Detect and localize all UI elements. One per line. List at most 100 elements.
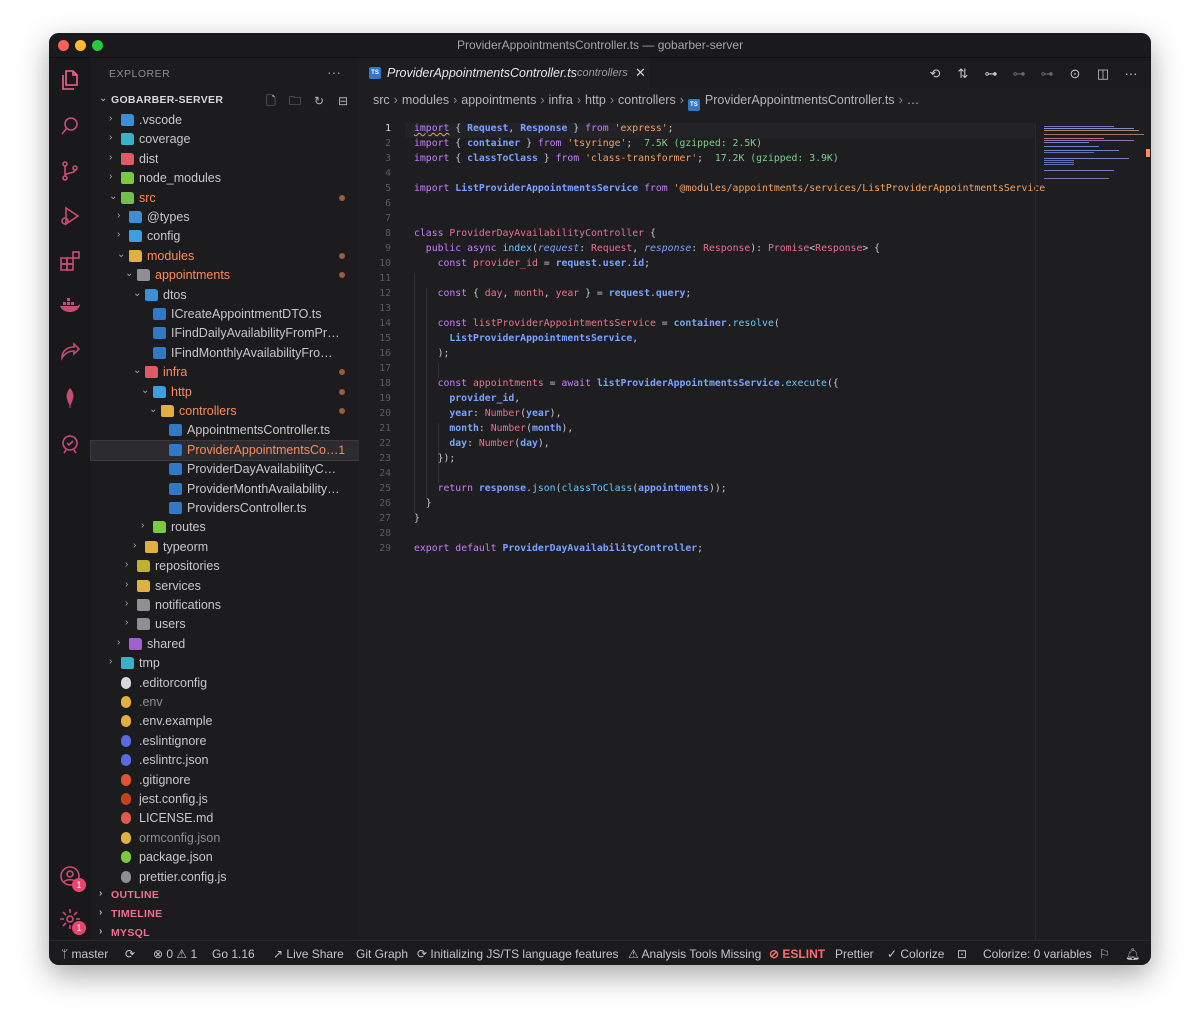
tree-file[interactable]: ICreateAppointmentDTO.ts (91, 305, 359, 324)
tree-file[interactable]: ProviderMonthAvailabilityContr… (91, 480, 359, 499)
refresh-icon[interactable]: ↻ (311, 94, 327, 110)
tree-file[interactable]: .env.example (91, 712, 359, 731)
git-graph-button[interactable]: Git Graph (356, 947, 408, 961)
more-actions-icon[interactable]: ··· (327, 64, 341, 80)
tree-file[interactable]: ProviderAppointmentsCon… 1 (90, 439, 360, 461)
notifications-bell-icon[interactable]: 🔔︎ (1125, 947, 1140, 961)
tree-file[interactable]: AppointmentsController.ts (91, 421, 359, 440)
tree-folder[interactable]: ⌄ appointments (91, 266, 359, 285)
file-icon (121, 715, 131, 728)
timeline-section[interactable]: › TIMELINE (95, 905, 355, 923)
extensions-icon[interactable] (58, 249, 82, 273)
run-debug-icon[interactable] (58, 204, 82, 228)
tree-folder[interactable]: › @types (91, 208, 359, 227)
file-icon (121, 754, 131, 767)
mongo-leaf-icon[interactable] (58, 386, 82, 410)
tab-provider-appointments-controller[interactable]: TS ProviderAppointmentsController.ts con… (359, 58, 649, 88)
minimap[interactable] (1035, 123, 1151, 940)
timeline-history-icon[interactable]: ⟲ (927, 66, 943, 82)
tree-folder[interactable]: › dist (91, 150, 359, 169)
tree-folder[interactable]: ⌄ controllers (91, 402, 359, 421)
compare-changes-icon[interactable]: ⇅ (955, 66, 971, 82)
code-line-2: import { container } from 'tsyringe'; 7.… (414, 138, 763, 149)
live-share-button[interactable]: ↗ Live Share (273, 947, 344, 961)
search-icon[interactable] (58, 114, 82, 138)
go-version[interactable]: Go 1.16 (212, 947, 255, 961)
colorize-variables[interactable]: Colorize: 0 variables (983, 947, 1092, 961)
tree-folder[interactable]: ⌄ src (91, 189, 359, 208)
tree-folder[interactable]: › .vscode (91, 111, 359, 130)
breadcrumb-item[interactable]: controllers (618, 93, 676, 107)
sync-icon[interactable]: ⟳ (125, 947, 135, 961)
tree-file[interactable]: .env (91, 693, 359, 712)
project-header[interactable]: ⌄ GOBARBER-SERVER 🗋 🗀 ↻ ⊟ (95, 91, 359, 109)
colorize-status[interactable]: ✓ Colorize (887, 947, 944, 961)
tree-folder[interactable]: ⌄ infra (91, 363, 359, 382)
tree-folder[interactable]: › typeorm (91, 538, 359, 557)
tree-folder[interactable]: › routes (91, 518, 359, 537)
tree-file[interactable]: .gitignore (91, 771, 359, 790)
tree-file[interactable]: ProvidersController.ts (91, 499, 359, 518)
prettier-status[interactable]: Prettier (835, 947, 874, 961)
docker-icon[interactable] (58, 294, 82, 318)
tree-folder[interactable]: › repositories (91, 557, 359, 576)
test-icon[interactable] (58, 432, 82, 456)
breadcrumb-item[interactable]: … (907, 93, 920, 107)
tree-folder[interactable]: ⌄ dtos (91, 286, 359, 305)
source-control-icon[interactable] (58, 159, 82, 183)
live-share-icon[interactable] (58, 340, 82, 364)
tree-folder[interactable]: › coverage (91, 130, 359, 149)
collapse-all-icon[interactable]: ⊟ (335, 94, 351, 110)
analysis-tools-status[interactable]: ⚠ Analysis Tools Missing (628, 947, 761, 961)
settings-gear-icon[interactable]: 1 (58, 907, 86, 935)
tree-file[interactable]: .eslintrc.json (91, 751, 359, 770)
code-line-15: ); (414, 348, 450, 359)
account-icon[interactable]: 1 (58, 864, 86, 892)
output-icon[interactable]: ⊡ (957, 947, 967, 961)
git-commit-icon[interactable]: ⊶ (983, 66, 999, 82)
breadcrumb-item[interactable]: ProviderAppointmentsController.ts (705, 93, 895, 107)
tree-file[interactable]: ProviderDayAvailabilityControll… (91, 460, 359, 479)
breadcrumb-item[interactable]: modules (402, 93, 449, 107)
tree-folder[interactable]: ⌄ modules (91, 247, 359, 266)
new-file-icon[interactable]: 🗋 (263, 92, 279, 108)
tree-folder[interactable]: › users (91, 615, 359, 634)
tree-file[interactable]: IFindMonthlyAvailabilityFromProvi… (91, 344, 359, 363)
breadcrumb-item[interactable]: appointments (461, 93, 536, 107)
outline-section[interactable]: › OUTLINE (95, 886, 355, 904)
git-previous-icon[interactable]: ⊶ (1011, 66, 1027, 82)
problems-indicator[interactable]: ⊗ 0 ⚠ 1 (153, 947, 197, 961)
more-icon[interactable]: ··· (1123, 66, 1139, 81)
tree-folder[interactable]: › shared (91, 635, 359, 654)
tree-file[interactable]: package.json (91, 848, 359, 867)
breadcrumb-item[interactable]: src (373, 93, 390, 107)
feedback-icon[interactable]: ⚐ (1099, 947, 1110, 961)
new-folder-icon[interactable]: 🗀 (287, 92, 303, 108)
tree-folder[interactable]: ⌄ http (91, 383, 359, 402)
breadcrumb-item[interactable]: infra (549, 93, 573, 107)
tab-directory: controllers (577, 67, 628, 79)
tree-folder[interactable]: › notifications (91, 596, 359, 615)
close-tab-icon[interactable]: ✕ (635, 65, 646, 81)
tree-file[interactable]: ormconfig.json (91, 829, 359, 848)
git-next-icon[interactable]: ⊶ (1039, 66, 1055, 82)
tree-folder[interactable]: › node_modules (91, 169, 359, 188)
tree-file[interactable]: .eslintignore (91, 732, 359, 751)
tree-file[interactable]: IFindDailyAvailabilityFromProvider… (91, 324, 359, 343)
tree-folder[interactable]: › config (91, 227, 359, 246)
ts-init-status[interactable]: ⟳ Initializing JS/TS language features (417, 947, 619, 961)
run-icon[interactable]: ⊙ (1067, 66, 1083, 82)
files-icon[interactable] (58, 68, 82, 92)
folder-icon (145, 540, 158, 553)
tree-folder[interactable]: › tmp (91, 654, 359, 673)
split-editor-icon[interactable]: ◫ (1095, 66, 1111, 82)
tree-file[interactable]: jest.config.js (91, 790, 359, 809)
branch-indicator[interactable]: ᛘ master (61, 947, 108, 961)
tree-file[interactable]: .editorconfig (91, 674, 359, 693)
breadcrumb-item[interactable]: http (585, 93, 606, 107)
eslint-status[interactable]: ⊘ ESLINT (769, 947, 825, 961)
tree-file[interactable]: LICENSE.md (91, 809, 359, 828)
tree-folder[interactable]: › services (91, 577, 359, 596)
tree-file[interactable]: prettier.config.js (91, 868, 359, 887)
code-editor[interactable]: 1 2 3 4 5 6 7 8 9 10 11 12 13 14 15 16 17 18 19 20 21 22 23 24 2… (359, 123, 1045, 623)
